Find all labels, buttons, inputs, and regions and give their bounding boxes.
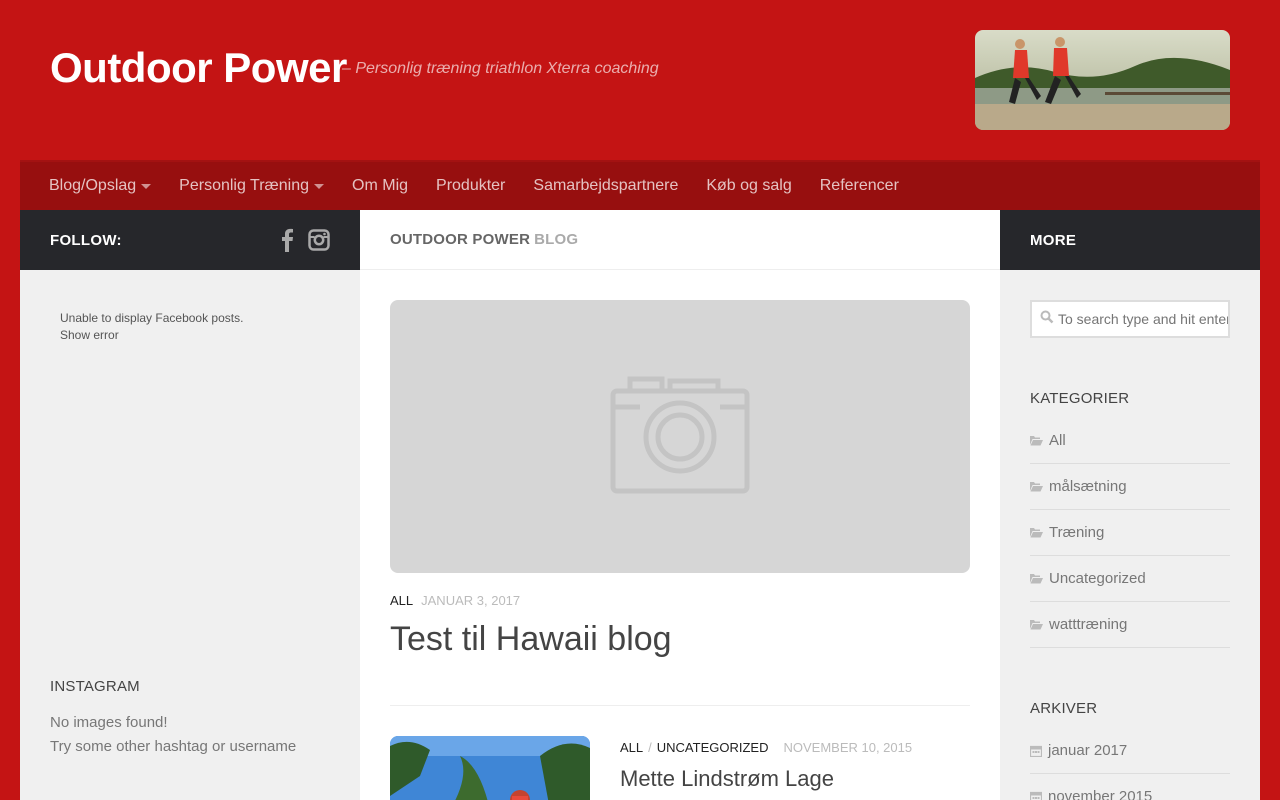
more-label: MORE <box>1030 231 1077 249</box>
folder-icon <box>1030 619 1043 630</box>
category-label: All <box>1049 432 1066 449</box>
archive-item[interactable]: januar 2017 <box>1030 728 1230 774</box>
folder-icon <box>1030 527 1043 538</box>
category-label: målsætning <box>1049 478 1127 495</box>
camera-icon <box>610 373 750 500</box>
post-title[interactable]: Test til Hawaii blog <box>390 620 672 659</box>
category-item[interactable]: All <box>1030 418 1230 464</box>
follow-label: FOLLOW: <box>50 231 122 249</box>
instagram-widget: INSTAGRAM No images found! Try some othe… <box>50 678 296 759</box>
post-title[interactable]: Mette Lindstrøm Lage <box>620 766 834 792</box>
nav-item-label: Produkter <box>436 177 506 194</box>
categories-title: KATEGORIER <box>1030 390 1130 407</box>
facebook-icon[interactable] <box>280 228 294 252</box>
post-divider <box>390 705 970 706</box>
archives-title: ARKIVER <box>1030 700 1098 717</box>
nav-item-produkter[interactable]: Produkter <box>422 177 519 195</box>
instagram-no-images: No images found! <box>50 714 168 731</box>
main-nav: Blog/Opslag Personlig Træning Om Mig Pro… <box>20 160 1260 210</box>
post-category-link[interactable]: ALL <box>390 593 413 608</box>
instagram-icon[interactable] <box>308 229 330 251</box>
nav-item-blog[interactable]: Blog/Opslag <box>35 177 165 195</box>
caret-down-icon <box>314 183 325 189</box>
category-label: watttræning <box>1049 616 1128 633</box>
facebook-error-message: Unable to display Facebook posts. <box>60 311 244 325</box>
main-content: OUTDOOR POWER BLOG ALL JANUAR 3, 2017 Te… <box>360 210 1000 800</box>
post-date: NOVEMBER 10, 2015 <box>783 740 913 755</box>
page-heading-site: OUTDOOR POWER <box>390 231 531 248</box>
post-category-link[interactable]: ALL <box>620 740 643 755</box>
nav-item-label: Køb og salg <box>706 177 792 194</box>
instagram-title: INSTAGRAM <box>50 678 140 695</box>
category-item[interactable]: watttræning <box>1030 602 1230 648</box>
facebook-feed-error: Unable to display Facebook posts. Show e… <box>60 310 243 344</box>
nav-item-personlig-traening[interactable]: Personlig Træning <box>165 177 338 195</box>
nav-item-label: Om Mig <box>352 177 409 194</box>
archive-label: november 2015 <box>1048 788 1153 800</box>
post-category-link[interactable]: UNCATEGORIZED <box>657 740 769 755</box>
category-label: Uncategorized <box>1049 570 1146 587</box>
post-thumbnail-placeholder[interactable] <box>390 300 970 573</box>
right-sidebar: MORE KATEGORIER All målsætning Træning U… <box>1000 210 1260 800</box>
follow-header: FOLLOW: <box>20 210 360 270</box>
category-item[interactable]: målsætning <box>1030 464 1230 510</box>
post-meta: ALL JANUAR 3, 2017 <box>390 593 520 608</box>
folder-icon <box>1030 573 1043 584</box>
site-tagline: – Personlig træning triathlon Xterra coa… <box>342 60 659 77</box>
category-separator: / <box>648 740 652 755</box>
post-meta: ALL / UNCATEGORIZED NOVEMBER 10, 2015 <box>620 740 912 755</box>
search-field[interactable] <box>1030 300 1230 338</box>
nav-item-label: Personlig Træning <box>179 177 310 194</box>
page-heading-section: BLOG <box>534 231 579 248</box>
show-error-link[interactable]: Show error <box>60 327 243 344</box>
caret-down-icon <box>141 183 152 189</box>
site-title[interactable]: Outdoor Power <box>50 44 347 92</box>
category-item[interactable]: Træning <box>1030 510 1230 556</box>
nav-item-label: Blog/Opslag <box>49 177 137 194</box>
folder-icon <box>1030 481 1043 492</box>
folder-icon <box>1030 435 1043 446</box>
header-runners-image <box>975 30 1230 130</box>
search-input[interactable] <box>1058 311 1228 327</box>
more-header: MORE <box>1000 210 1260 270</box>
nav-item-samarbejdspartnere[interactable]: Samarbejdspartnere <box>519 177 692 195</box>
left-sidebar: FOLLOW: Unable to display Facebook posts… <box>20 210 360 800</box>
search-icon <box>1040 310 1054 329</box>
post-date: JANUAR 3, 2017 <box>421 593 521 608</box>
nav-item-label: Referencer <box>819 177 899 194</box>
post-thumbnail[interactable] <box>390 736 590 800</box>
calendar-icon <box>1030 791 1042 800</box>
archives-list: januar 2017 november 2015 <box>1030 728 1230 800</box>
nav-item-koeb-og-salg[interactable]: Køb og salg <box>692 177 805 195</box>
page-heading: OUTDOOR POWER BLOG <box>360 210 1000 270</box>
archive-label: januar 2017 <box>1048 742 1128 759</box>
nav-item-referencer[interactable]: Referencer <box>806 177 913 195</box>
category-label: Træning <box>1049 524 1105 541</box>
nav-item-label: Samarbejdspartnere <box>533 177 679 194</box>
social-icons <box>280 228 330 252</box>
calendar-icon <box>1030 745 1042 757</box>
nav-item-om-mig[interactable]: Om Mig <box>338 177 422 195</box>
category-item[interactable]: Uncategorized <box>1030 556 1230 602</box>
instagram-hint: Try some other hashtag or username <box>50 738 297 755</box>
categories-list: All målsætning Træning Uncategorized wat… <box>1030 418 1230 648</box>
archive-item[interactable]: november 2015 <box>1030 774 1230 800</box>
